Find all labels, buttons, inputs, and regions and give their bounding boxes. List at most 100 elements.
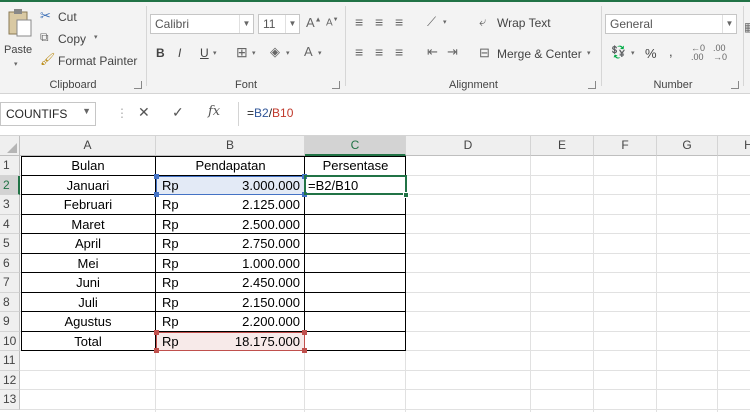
decrease-font-icon[interactable]: A▼ bbox=[326, 17, 339, 28]
column-header-e[interactable]: E bbox=[531, 136, 594, 156]
merge-center-button[interactable]: ⊟ Merge & Center ▾ bbox=[479, 45, 597, 63]
cell-b10-currency[interactable]: Rp bbox=[156, 332, 196, 352]
cell-b5-currency[interactable]: Rp bbox=[156, 234, 196, 254]
conditional-format-icon[interactable]: ▦ bbox=[744, 20, 750, 34]
column-header-d[interactable]: D bbox=[406, 136, 531, 156]
align-left-icon[interactable]: ≡ bbox=[355, 44, 363, 60]
row-header-12[interactable]: 12 bbox=[0, 370, 20, 390]
cell-c8[interactable] bbox=[307, 293, 406, 313]
row-header-3[interactable]: 3 bbox=[0, 195, 20, 215]
cell-b9-currency[interactable]: Rp bbox=[156, 312, 196, 332]
cell-a9[interactable]: Agustus bbox=[20, 312, 156, 332]
dialog-launcher-icon[interactable] bbox=[332, 81, 340, 89]
insert-function-icon[interactable]: fx bbox=[208, 104, 220, 119]
formula-input[interactable]: =B2/B10 bbox=[238, 102, 750, 126]
cell-b7[interactable]: 2.450.000 bbox=[196, 273, 305, 293]
cell-b4-currency[interactable]: Rp bbox=[156, 215, 196, 235]
row-header-13[interactable]: 13 bbox=[0, 390, 20, 410]
accounting-format-icon[interactable]: 💱 bbox=[611, 45, 626, 59]
spreadsheet-grid[interactable]: A B C D E F G H 1 2 3 4 5 6 7 8 9 10 11 12 13 Bulan Pendapatan… bbox=[0, 136, 750, 412]
cell-c1[interactable]: Persentase bbox=[305, 156, 406, 176]
underline-button[interactable]: U bbox=[200, 46, 209, 60]
name-box[interactable]: COUNTIFS ▼ bbox=[0, 102, 96, 126]
paste-button[interactable]: Paste ▾ bbox=[2, 6, 34, 68]
dialog-launcher-icon[interactable] bbox=[731, 81, 739, 89]
align-middle-icon[interactable]: ≡ bbox=[375, 14, 383, 30]
format-painter-button[interactable]: 🖌 Format Painter bbox=[38, 52, 142, 70]
font-name-select[interactable]: Calibri ▼ bbox=[150, 14, 254, 34]
enter-icon[interactable]: ✓ bbox=[172, 104, 184, 121]
column-header-b[interactable]: B bbox=[156, 136, 305, 156]
row-header-7[interactable]: 7 bbox=[0, 273, 20, 293]
cell-c9[interactable] bbox=[307, 312, 406, 332]
row-header-1[interactable]: 1 bbox=[0, 156, 20, 176]
cell-a8[interactable]: Juli bbox=[20, 293, 156, 313]
cancel-icon[interactable]: ✕ bbox=[138, 104, 150, 121]
column-header-c[interactable]: C bbox=[305, 136, 406, 156]
cell-b3[interactable]: 2.125.000 bbox=[196, 195, 305, 215]
cell-a1[interactable]: Bulan bbox=[20, 156, 156, 176]
cell-c4[interactable] bbox=[307, 215, 406, 235]
row-header-10[interactable]: 10 bbox=[0, 331, 20, 351]
comma-button[interactable]: , bbox=[669, 44, 673, 59]
cell-b2-currency[interactable]: Rp bbox=[156, 176, 196, 196]
font-color-icon[interactable]: A bbox=[304, 44, 313, 59]
select-all-corner[interactable] bbox=[0, 136, 20, 156]
row-header-8[interactable]: 8 bbox=[0, 292, 20, 312]
cell-c3[interactable] bbox=[307, 195, 406, 215]
cell-c10[interactable] bbox=[307, 332, 406, 352]
increase-font-icon[interactable]: A▲ bbox=[306, 15, 322, 30]
number-format-select[interactable]: General ▼ bbox=[605, 14, 737, 34]
cut-button[interactable]: ✂ Cut bbox=[38, 8, 98, 26]
row-header-11[interactable]: 11 bbox=[0, 351, 20, 371]
increase-indent-icon[interactable]: ⇥ bbox=[447, 44, 458, 60]
cell-a3[interactable]: Februari bbox=[20, 195, 156, 215]
cell-b8[interactable]: 2.150.000 bbox=[196, 293, 305, 313]
row-header-4[interactable]: 4 bbox=[0, 214, 20, 234]
percent-button[interactable]: % bbox=[645, 46, 657, 61]
row-header-2[interactable]: 2 bbox=[0, 175, 20, 195]
cell-a2[interactable]: Januari bbox=[20, 176, 156, 196]
align-center-icon[interactable]: ≡ bbox=[375, 44, 383, 60]
column-header-a[interactable]: A bbox=[20, 136, 156, 156]
column-header-g[interactable]: G bbox=[657, 136, 718, 156]
cell-b2[interactable]: 3.000.000 bbox=[196, 176, 305, 196]
cell-b5[interactable]: 2.750.000 bbox=[196, 234, 305, 254]
italic-button[interactable]: I bbox=[178, 46, 181, 60]
cell-b10[interactable]: 18.175.000 bbox=[196, 332, 305, 352]
fill-color-icon[interactable]: ◈ bbox=[270, 44, 280, 60]
decrease-decimal-icon[interactable]: .00 →0 bbox=[713, 44, 727, 62]
bold-button[interactable]: B bbox=[156, 46, 165, 60]
column-header-h[interactable]: H bbox=[718, 136, 750, 156]
chevron-down-icon[interactable]: ▾ bbox=[213, 49, 217, 57]
cell-b1[interactable]: Pendapatan bbox=[156, 156, 305, 176]
cell-b4[interactable]: 2.500.000 bbox=[196, 215, 305, 235]
cell-c7[interactable] bbox=[307, 273, 406, 293]
chevron-down-icon[interactable]: ▾ bbox=[443, 18, 447, 26]
dialog-launcher-icon[interactable] bbox=[134, 81, 142, 89]
copy-button[interactable]: ⧉ Copy ▾ bbox=[38, 30, 108, 48]
cell-a7[interactable]: Juni bbox=[20, 273, 156, 293]
wrap-text-button[interactable]: ⤶ Wrap Text bbox=[479, 14, 559, 32]
chevron-down-icon[interactable]: ▾ bbox=[252, 49, 256, 57]
cell-a4[interactable]: Maret bbox=[20, 215, 156, 235]
font-size-select[interactable]: 11 ▼ bbox=[258, 14, 300, 34]
chevron-down-icon[interactable]: ▾ bbox=[286, 49, 290, 57]
cell-a5[interactable]: April bbox=[20, 234, 156, 254]
cell-c6[interactable] bbox=[307, 254, 406, 274]
cell-b8-currency[interactable]: Rp bbox=[156, 293, 196, 313]
align-bottom-icon[interactable]: ≡ bbox=[395, 14, 403, 30]
cell-b6[interactable]: 1.000.000 bbox=[196, 254, 305, 274]
orientation-icon[interactable]: ⟋ bbox=[427, 14, 436, 30]
column-header-f[interactable]: F bbox=[594, 136, 657, 156]
fill-handle[interactable] bbox=[403, 192, 409, 198]
decrease-indent-icon[interactable]: ⇤ bbox=[427, 44, 438, 60]
chevron-down-icon[interactable]: ▾ bbox=[631, 49, 635, 57]
cell-b3-currency[interactable]: Rp bbox=[156, 195, 196, 215]
cell-a6[interactable]: Mei bbox=[20, 254, 156, 274]
align-right-icon[interactable]: ≡ bbox=[395, 44, 403, 60]
cell-b9[interactable]: 2.200.000 bbox=[196, 312, 305, 332]
row-header-5[interactable]: 5 bbox=[0, 234, 20, 254]
align-top-icon[interactable]: ≡ bbox=[355, 14, 363, 30]
cell-c5[interactable] bbox=[307, 234, 406, 254]
